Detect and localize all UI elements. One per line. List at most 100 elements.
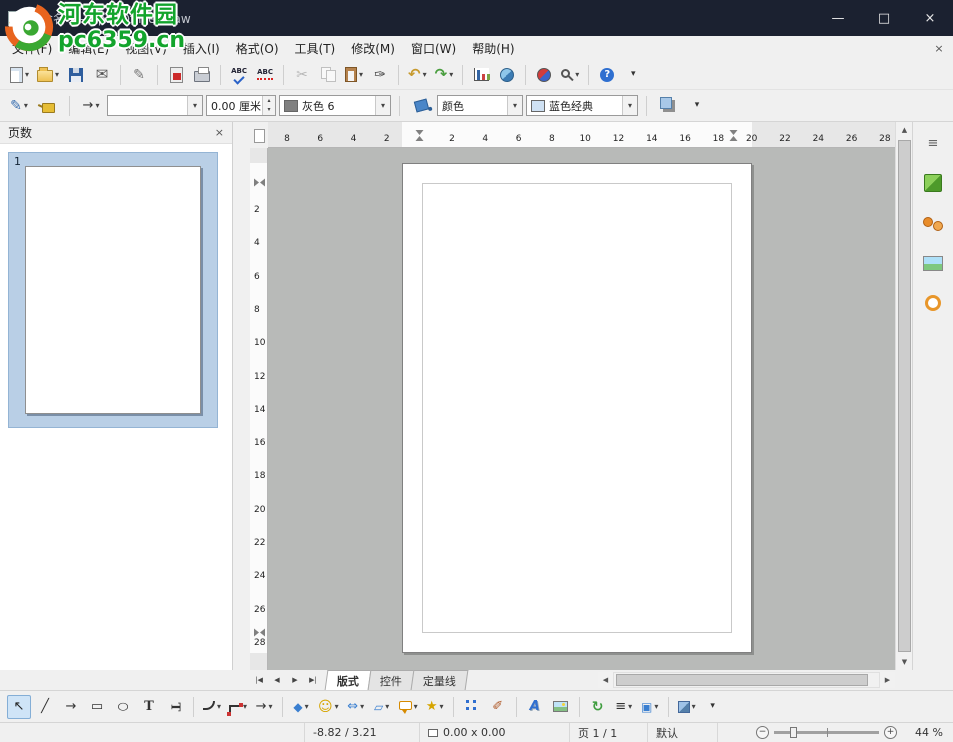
menu-tools[interactable]: 工具(T) xyxy=(287,37,344,60)
menu-insert[interactable]: 插入(I) xyxy=(175,37,228,60)
dropdown-arrow-icon[interactable]: ▾ xyxy=(622,96,637,115)
lines-arrows-button[interactable]: →▾ xyxy=(252,695,276,719)
autospellcheck-button[interactable]: ABC xyxy=(253,63,277,87)
ellipse-button[interactable]: ○ xyxy=(111,695,135,719)
print-button[interactable] xyxy=(190,63,214,87)
layer-tab-controls[interactable]: 控件 xyxy=(368,670,415,690)
dropdown-arrow-icon[interactable]: ▾ xyxy=(187,96,202,115)
paste-button[interactable]: ▾ xyxy=(342,63,366,87)
minimize-button[interactable]: — xyxy=(815,0,861,36)
chart-button[interactable] xyxy=(469,63,493,87)
arrange-button[interactable]: ▣▾ xyxy=(638,695,662,719)
copy-button[interactable] xyxy=(316,63,340,87)
spin-up-icon[interactable]: ▴ xyxy=(263,96,275,106)
sidebar-tab-properties[interactable] xyxy=(919,170,947,196)
cut-button[interactable]: ✂ xyxy=(290,63,314,87)
fontwork-button[interactable]: A xyxy=(523,695,547,719)
rectangle-button[interactable]: ▭ xyxy=(85,695,109,719)
zoom-button[interactable]: ▾ xyxy=(558,63,582,87)
arrow-style-button[interactable]: → ▾ xyxy=(79,94,103,118)
right-margin-marker[interactable] xyxy=(730,130,739,141)
panel-splitter[interactable] xyxy=(233,122,250,670)
scroll-down-icon[interactable]: ▼ xyxy=(896,654,913,670)
navigator-button[interactable] xyxy=(532,63,556,87)
sidebar-tab-gallery[interactable] xyxy=(919,210,947,236)
glue-points-button[interactable]: ✐ xyxy=(486,695,510,719)
vertical-ruler[interactable]: 246810121416182022242628 xyxy=(250,148,268,670)
extrusion-button[interactable]: ▾ xyxy=(675,695,699,719)
stars-button[interactable]: ★▾ xyxy=(423,695,447,719)
menu-file[interactable]: 文件(F) xyxy=(4,37,60,60)
dropdown-arrow-icon[interactable]: ▾ xyxy=(507,96,522,115)
zoom-in-button[interactable]: + xyxy=(884,726,897,739)
left-margin-marker[interactable] xyxy=(416,130,425,141)
area-color-select[interactable]: 蓝色经典 ▾ xyxy=(526,95,638,116)
area-style-button[interactable] xyxy=(409,94,433,118)
status-zoom-value[interactable]: 44 % xyxy=(905,726,953,739)
horizontal-scroll-thumb[interactable] xyxy=(616,674,868,686)
select-button[interactable]: ↖ xyxy=(7,695,31,719)
layer-nav-last-button[interactable]: ▶| xyxy=(305,672,321,688)
scroll-left-icon[interactable]: ◀ xyxy=(598,672,613,688)
horizontal-scrollbar[interactable]: ◀ ▶ xyxy=(598,670,895,690)
open-button[interactable]: ▾ xyxy=(34,63,62,87)
pages-panel-close-icon[interactable]: × xyxy=(215,126,224,139)
basic-shapes-button[interactable]: ◆▾ xyxy=(289,695,313,719)
zoom-slider[interactable] xyxy=(774,731,879,734)
menu-modify[interactable]: 修改(M) xyxy=(343,37,403,60)
menu-help[interactable]: 帮助(H) xyxy=(464,37,522,60)
styles-button[interactable]: ✎ ▾ xyxy=(7,94,31,118)
hyperlink-button[interactable] xyxy=(495,63,519,87)
bottom-margin-marker[interactable] xyxy=(254,629,265,638)
arrow-button[interactable]: → xyxy=(59,695,83,719)
shadow-button[interactable] xyxy=(656,94,680,118)
line-color-select[interactable]: 灰色 6 ▾ xyxy=(279,95,391,116)
drawing-canvas[interactable] xyxy=(268,148,895,670)
flowchart-button[interactable]: ▱▾ xyxy=(370,695,394,719)
line-style-select[interactable]: ▾ xyxy=(107,95,203,116)
export-pdf-button[interactable] xyxy=(164,63,188,87)
edit-points-button[interactable] xyxy=(460,695,484,719)
layer-nav-first-button[interactable]: |◀ xyxy=(251,672,267,688)
fill-format-button[interactable] xyxy=(36,94,60,118)
connector-button[interactable]: ▾ xyxy=(226,695,250,719)
scroll-up-icon[interactable]: ▲ xyxy=(896,122,913,138)
line-toolbar-more-button[interactable]: ▾ xyxy=(685,94,709,118)
document-close-icon[interactable]: × xyxy=(931,40,947,56)
close-button[interactable]: × xyxy=(907,0,953,36)
paintbrush-button[interactable]: ✑ xyxy=(368,63,392,87)
vertical-scrollbar[interactable]: ▲ ▼ xyxy=(895,122,912,670)
horizontal-ruler[interactable]: 8642246810121416182022242628 xyxy=(268,122,895,148)
sidebar-tab-shapes[interactable] xyxy=(919,250,947,276)
curve-button[interactable]: ▾ xyxy=(200,695,224,719)
text-button[interactable]: T xyxy=(137,695,161,719)
layer-tab-measure[interactable]: 定量线 xyxy=(411,670,469,690)
scroll-right-icon[interactable]: ▶ xyxy=(880,672,895,688)
line-button[interactable]: ╱ xyxy=(33,695,57,719)
menu-view[interactable]: 视图(V) xyxy=(117,37,175,60)
from-file-button[interactable] xyxy=(549,695,573,719)
area-style-select[interactable]: 颜色 ▾ xyxy=(437,95,523,116)
page-thumbnail[interactable]: 1 xyxy=(8,152,218,428)
line-width-input[interactable]: 0.00 厘米 ▴ ▾ xyxy=(206,95,276,116)
more-draw-button[interactable]: ▾ xyxy=(701,695,725,719)
menu-edit[interactable]: 编辑(E) xyxy=(60,37,117,60)
drawing-page[interactable] xyxy=(402,163,752,653)
status-page-style[interactable]: 默认 xyxy=(648,723,718,742)
dropdown-arrow-icon[interactable]: ▾ xyxy=(375,96,390,115)
edit-file-button[interactable]: ✎ xyxy=(127,63,151,87)
redo-button[interactable]: ↷▾ xyxy=(432,63,457,87)
help-button[interactable]: ? xyxy=(595,63,619,87)
email-button[interactable]: ✉ xyxy=(90,63,114,87)
spellcheck-button[interactable]: ABC xyxy=(227,63,251,87)
sidebar-tab-sidebar-toggle[interactable]: ≡ xyxy=(919,130,947,156)
maximize-button[interactable]: □ xyxy=(861,0,907,36)
zoom-slider-thumb[interactable] xyxy=(790,727,797,738)
spin-down-icon[interactable]: ▾ xyxy=(263,106,275,116)
status-page-number[interactable]: 页 1 / 1 xyxy=(570,723,648,742)
undo-button[interactable]: ↶▾ xyxy=(405,63,430,87)
align-button[interactable]: ≡▾ xyxy=(612,695,636,719)
layer-nav-prev-button[interactable]: ◀ xyxy=(269,672,285,688)
layer-nav-next-button[interactable]: ▶ xyxy=(287,672,303,688)
top-margin-marker[interactable] xyxy=(254,179,265,188)
